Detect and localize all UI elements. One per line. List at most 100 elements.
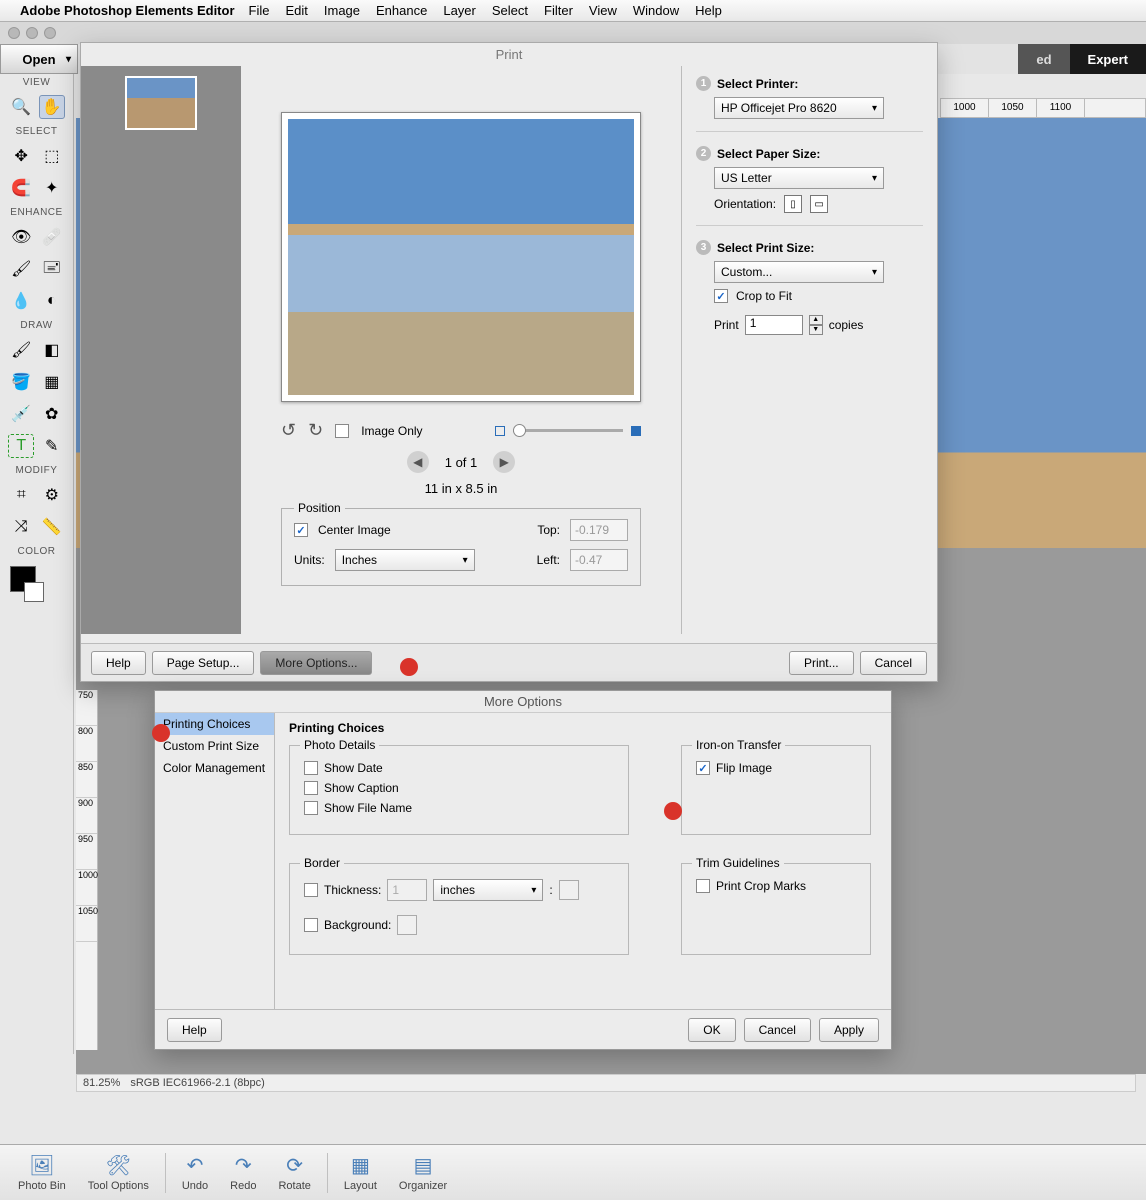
thickness-checkbox[interactable] [304,883,318,897]
crop-checkbox[interactable] [714,289,728,303]
color-swatches[interactable] [0,560,73,608]
preview-photo [288,119,634,395]
photo-bin-button[interactable]: 🖼Photo Bin [8,1153,76,1192]
clone-tool-icon[interactable]: 🖃 [39,257,65,281]
background-color-box[interactable] [397,915,417,935]
spot-heal-tool-icon[interactable]: 🩹 [39,225,65,249]
next-page-button[interactable]: ▶ [493,451,515,473]
open-button[interactable]: Open [0,44,78,74]
cancel-button[interactable]: Cancel [860,651,927,675]
show-date-checkbox[interactable] [304,761,318,775]
copies-up[interactable]: ▲ [809,315,823,325]
border-units-select[interactable]: inches [433,879,543,901]
background-checkbox[interactable] [304,918,318,932]
thickness-input[interactable]: 1 [387,879,427,901]
shape-tool-icon[interactable]: ✿ [39,402,65,426]
type-tool-icon[interactable]: T [8,434,34,458]
eraser-tool-icon[interactable]: ◧ [39,338,65,362]
menu-filter[interactable]: Filter [544,3,573,18]
layout-button[interactable]: ▦Layout [334,1153,387,1192]
size-select[interactable]: Custom... [714,261,884,283]
printer-select[interactable]: HP Officejet Pro 8620 [714,97,884,119]
straighten-tool-icon[interactable]: 📏 [39,515,65,539]
color-profile: sRGB IEC61966-2.1 (8bpc) [130,1077,265,1089]
crop-marks-checkbox[interactable] [696,879,710,893]
menu-edit[interactable]: Edit [285,3,307,18]
menu-view[interactable]: View [589,3,617,18]
units-select[interactable]: Inches [335,549,475,571]
flip-image-checkbox[interactable] [696,761,710,775]
menu-image[interactable]: Image [324,3,360,18]
eyedropper-tool-icon[interactable]: 💉 [8,402,34,426]
undo-button[interactable]: ↶Undo [172,1153,218,1192]
marquee-tool-icon[interactable]: ⬚ [39,144,65,168]
move-tool-icon[interactable]: ✥ [8,144,34,168]
print-button[interactable]: Print... [789,651,854,675]
menu-window[interactable]: Window [633,3,679,18]
zoom-tool-icon[interactable]: 🔍 [8,95,34,119]
close-dot[interactable] [8,27,20,39]
thumbnail-image[interactable] [125,76,197,130]
paint-bucket-tool-icon[interactable]: 🪣 [8,370,34,394]
prev-page-button[interactable]: ◀ [407,451,429,473]
minimize-dot[interactable] [26,27,38,39]
hand-tool-icon[interactable]: ✋ [39,95,65,119]
background-swatch[interactable] [24,582,44,602]
zoom-out-icon[interactable] [495,426,505,436]
rotate-button[interactable]: ⟳Rotate [268,1153,320,1192]
show-filename-checkbox[interactable] [304,801,318,815]
help-button[interactable]: Help [91,651,146,675]
tool-options-button[interactable]: 🛠Tool Options [78,1153,159,1192]
content-move-tool-icon[interactable]: ⤨ [8,515,34,539]
toolbox-draw-label: DRAW [0,317,73,334]
organizer-button[interactable]: ▤Organizer [389,1153,457,1192]
redeye-tool-icon[interactable]: 👁 [8,225,34,249]
menu-layer[interactable]: Layer [443,3,476,18]
ok-button[interactable]: OK [688,1018,735,1042]
copies-input[interactable]: 1 [745,315,803,335]
menu-enhance[interactable]: Enhance [376,3,427,18]
recompose-tool-icon[interactable]: ⚙ [39,483,65,507]
landscape-icon[interactable]: ▭ [810,195,828,213]
more-help-button[interactable]: Help [167,1018,222,1042]
pencil-tool-icon[interactable]: ✎ [39,434,65,458]
menu-file[interactable]: File [249,3,270,18]
border-color-box[interactable] [559,880,579,900]
gradient-tool-icon[interactable]: ▦ [39,370,65,394]
zoom-dot[interactable] [44,27,56,39]
menu-select[interactable]: Select [492,3,528,18]
crop-tool-icon[interactable]: ⌗ [8,483,34,507]
show-caption-checkbox[interactable] [304,781,318,795]
more-cancel-button[interactable]: Cancel [744,1018,811,1042]
zoom-in-icon[interactable] [631,426,641,436]
zoom-slider[interactable] [513,429,623,432]
rotate-cw-icon[interactable]: ↻ [308,420,323,441]
sponge-tool-icon[interactable]: ◐ [39,289,65,313]
select-paper-label: Select Paper Size: [717,147,820,161]
top-input[interactable]: -0.179 [570,519,628,541]
sidebar-custom-print-size[interactable]: Custom Print Size [155,735,274,757]
print-dialog-title: Print [81,43,937,66]
lasso-tool-icon[interactable]: 🧲 [8,176,34,200]
tab-ed[interactable]: ed [1018,44,1069,74]
left-input[interactable]: -0.47 [570,549,628,571]
more-options-button[interactable]: More Options... [260,651,372,675]
tab-expert[interactable]: Expert [1070,44,1146,74]
portrait-icon[interactable]: ▯ [784,195,802,213]
sidebar-color-management[interactable]: Color Management [155,757,274,779]
sidebar-printing-choices[interactable]: Printing Choices [155,713,274,735]
copies-down[interactable]: ▼ [809,325,823,335]
apply-button[interactable]: Apply [819,1018,879,1042]
rotate-label: Rotate [278,1180,310,1192]
page-setup-button[interactable]: Page Setup... [152,651,255,675]
blur-tool-icon[interactable]: 💧 [8,289,34,313]
image-only-checkbox[interactable] [335,424,349,438]
brush-tool-icon[interactable]: 🖌 [8,338,34,362]
quick-select-tool-icon[interactable]: ✦ [39,176,65,200]
smart-brush-tool-icon[interactable]: 🖌 [8,257,34,281]
redo-button[interactable]: ↷Redo [220,1153,266,1192]
center-image-checkbox[interactable] [294,523,308,537]
rotate-ccw-icon[interactable]: ↺ [281,420,296,441]
paper-select[interactable]: US Letter [714,167,884,189]
menu-help[interactable]: Help [695,3,722,18]
